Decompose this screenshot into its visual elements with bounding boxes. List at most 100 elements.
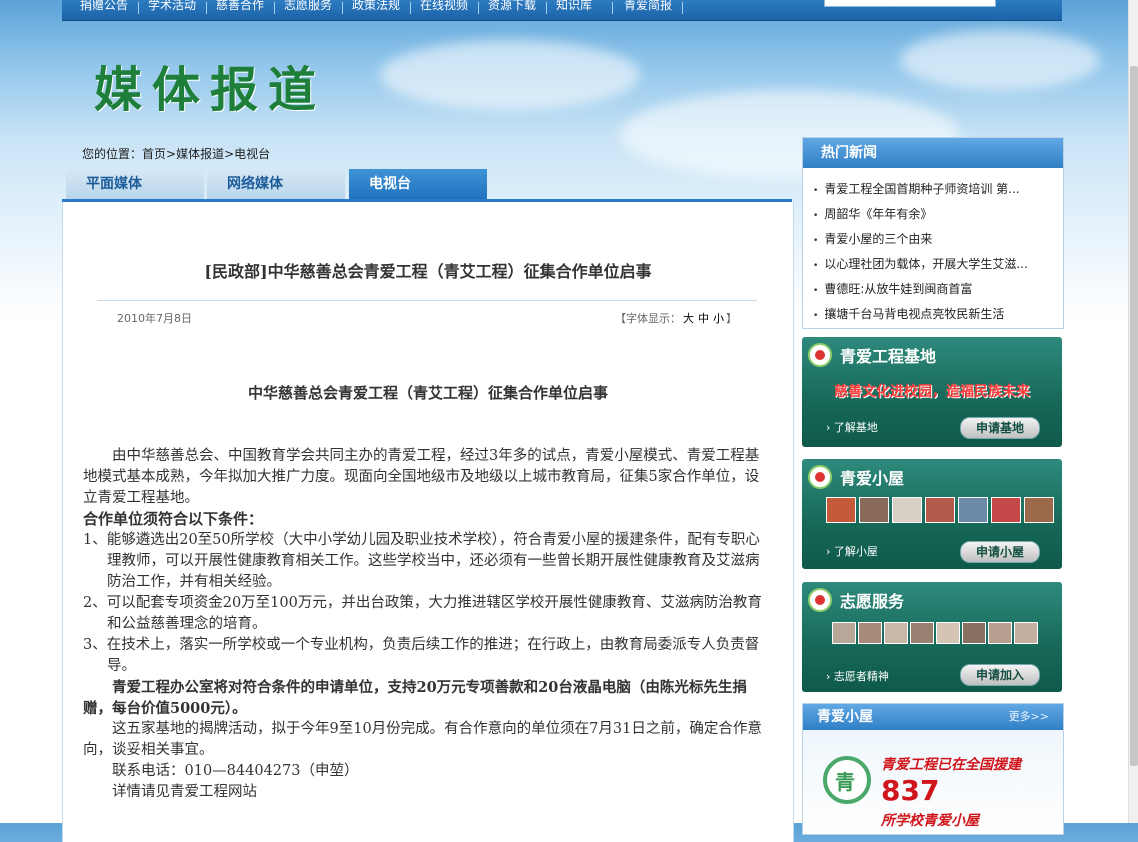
base-slogan: 慈善文化进校园，造福民族未来 <box>834 384 1030 400</box>
tab-online-media[interactable]: 网络媒体 <box>207 169 345 199</box>
breadcrumb-prefix: 您的位置： <box>82 147 143 161</box>
qingai-emblem-icon <box>823 756 871 804</box>
divider <box>97 300 757 301</box>
list-item[interactable]: 以心理社团为载体，开展大学生艾滋... <box>813 253 1063 278</box>
condition-item: 2、可以配套专项资金20万至100万元，并出台政策，大力推进辖区学校开展性健康教… <box>83 595 762 632</box>
nav-separator <box>342 2 343 14</box>
volunteer-panel: 志愿服务 › 志愿者精神 申请加入 <box>802 582 1062 692</box>
nav-separator <box>138 2 139 14</box>
volunteer-panel-title: 志愿服务 <box>840 592 905 611</box>
qingai-logo-icon <box>808 343 832 367</box>
nav-separator <box>612 2 613 14</box>
learn-base-label: 了解基地 <box>833 421 878 434</box>
nav-separator <box>410 2 411 14</box>
top-navigation: 捐赠公告 学术活动 慈善合作 志愿服务 政策法规 在线视频 资源下载 知识库 青… <box>62 0 1062 21</box>
more-link[interactable]: 更多>> <box>1009 704 1049 730</box>
photo <box>958 497 988 523</box>
hot-news-title: 热门新闻 <box>803 138 1063 168</box>
apply-base-button[interactable]: 申请基地 <box>960 417 1040 439</box>
learn-house-label: 了解小屋 <box>833 545 878 558</box>
hot-news-list: 青爱工程全国首期种子师资培训 第... 周韶华《年年有余》 青爱小屋的三个由来 … <box>803 168 1063 328</box>
nav-separator <box>546 2 547 14</box>
more-info-paragraph: 详情请见青爱工程网站 <box>112 784 257 800</box>
article-intro: 由中华慈善总会、中国教育学会共同主办的青爱工程，经过3年多的试点，青爱小屋模式、… <box>83 448 760 506</box>
font-size-small[interactable]: 小 <box>713 312 724 325</box>
list-item[interactable]: 青爱工程全国首期种子师资培训 第... <box>813 178 1063 203</box>
article-panel: [民政部]中华慈善总会青爱工程（青艾工程）征集合作单位启事 2010年7月8日 … <box>62 202 794 842</box>
search-input[interactable] <box>824 0 996 7</box>
list-item[interactable]: 曹德旺:从放牛娃到闽商首富 <box>813 278 1063 303</box>
apply-house-button[interactable]: 申请小屋 <box>960 541 1040 563</box>
learn-base-link[interactable]: › 了解基地 <box>826 419 878 435</box>
list-item[interactable]: 青爱小屋的三个由来 <box>813 228 1063 253</box>
article-date: 2010年7月8日 <box>117 312 192 325</box>
nav-item-briefing[interactable]: 青爱简报 <box>624 0 672 13</box>
article-subtitle: 中华慈善总会青爱工程（青艾工程）征集合作单位启事 <box>247 384 608 402</box>
house-count-title: 青爱小屋 <box>817 709 873 725</box>
learn-house-link[interactable]: › 了解小屋 <box>826 543 878 559</box>
nav-item-download[interactable]: 资源下载 <box>488 0 536 13</box>
tab-tv[interactable]: 电视台 <box>349 169 487 199</box>
photo <box>826 497 856 523</box>
base-panel: 青爱工程基地 慈善文化进校园，造福民族未来 › 了解基地 申请基地 <box>802 337 1062 447</box>
base-panel-title: 青爱工程基地 <box>840 347 937 366</box>
house-count-header: 青爱小屋 更多>> <box>803 704 1063 730</box>
join-volunteer-button[interactable]: 申请加入 <box>960 664 1040 686</box>
photo <box>988 622 1012 644</box>
house-panel-title: 青爱小屋 <box>840 469 905 488</box>
list-item[interactable]: 攘塘千台马背电视点亮牧民新生活 <box>813 303 1063 328</box>
photo <box>936 622 960 644</box>
nav-item-charity[interactable]: 慈善合作 <box>216 0 264 13</box>
photo <box>884 622 908 644</box>
house-photo-strip <box>826 497 1054 523</box>
nav-item-policy[interactable]: 政策法规 <box>352 0 400 13</box>
nav-item-video[interactable]: 在线视频 <box>420 0 468 13</box>
photo <box>892 497 922 523</box>
breadcrumb-section-link[interactable]: 媒体报道 <box>176 147 224 161</box>
house-panel: 青爱小屋 › 了解小屋 申请小屋 <box>802 459 1062 569</box>
photo <box>991 497 1021 523</box>
font-size-selector: 【字体显示：大中小】 <box>615 310 737 326</box>
scrollbar-thumb[interactable] <box>1130 66 1138 766</box>
activity-paragraph: 这五家基地的揭牌活动，拟于今年9至10月份完成。有合作意向的单位须在7月31日之… <box>83 721 762 758</box>
cloud-decoration <box>380 40 640 110</box>
condition-item: 1、能够遴选出20至50所学校（大中小学幼儿园及职业技术学校），符合青爱小屋的援… <box>83 532 760 590</box>
photo <box>962 622 986 644</box>
nav-item-knowledge[interactable]: 知识库 <box>556 0 592 13</box>
font-size-close: 】 <box>726 312 737 325</box>
volunteer-spirit-link[interactable]: › 志愿者精神 <box>826 668 889 684</box>
photo <box>858 622 882 644</box>
font-size-medium[interactable]: 中 <box>698 312 709 325</box>
qingai-logo-icon <box>808 465 832 489</box>
nav-separator <box>682 2 683 14</box>
breadcrumb-separator: > <box>224 147 235 161</box>
nav-item-donation[interactable]: 捐赠公告 <box>80 0 128 13</box>
volunteer-photo-strip <box>832 622 1038 644</box>
nav-item-volunteer[interactable]: 志愿服务 <box>284 0 332 13</box>
font-size-label: 【字体显示： <box>615 312 681 325</box>
nav-separator <box>274 2 275 14</box>
list-item[interactable]: 周韶华《年年有余》 <box>813 203 1063 228</box>
tab-print-media[interactable]: 平面媒体 <box>66 169 204 199</box>
nav-separator <box>206 2 207 14</box>
support-paragraph: 青爱工程办公室将对符合条件的申请单位，支持20万元专项善款和20台液晶电脑（由陈… <box>83 679 747 717</box>
volunteer-spirit-label: 志愿者精神 <box>833 670 889 683</box>
photo <box>925 497 955 523</box>
cloud-decoration <box>900 30 1100 90</box>
breadcrumb-separator: > <box>166 147 177 161</box>
breadcrumb-home-link[interactable]: 首页 <box>142 147 166 161</box>
breadcrumb: 您的位置：首页>媒体报道>电视台 <box>82 145 270 162</box>
article-title: [民政部]中华慈善总会青爱工程（青艾工程）征集合作单位启事 <box>204 262 652 281</box>
photo <box>859 497 889 523</box>
breadcrumb-current: 电视台 <box>234 147 271 161</box>
font-size-large[interactable]: 大 <box>683 312 694 325</box>
house-count-number: 837 <box>881 774 940 807</box>
photo <box>910 622 934 644</box>
nav-separator <box>478 2 479 14</box>
page-scrollbar[interactable] <box>1128 0 1138 823</box>
photo <box>1024 497 1054 523</box>
nav-item-academic[interactable]: 学术活动 <box>148 0 196 13</box>
house-count-box: 青爱小屋 更多>> 青爱工程已在全国援建 837 所学校青爱小屋 <box>802 703 1064 835</box>
conditions-heading: 合作单位须符合以下条件： <box>83 510 264 528</box>
house-count-line1: 青爱工程已在全国援建 <box>881 757 1021 773</box>
